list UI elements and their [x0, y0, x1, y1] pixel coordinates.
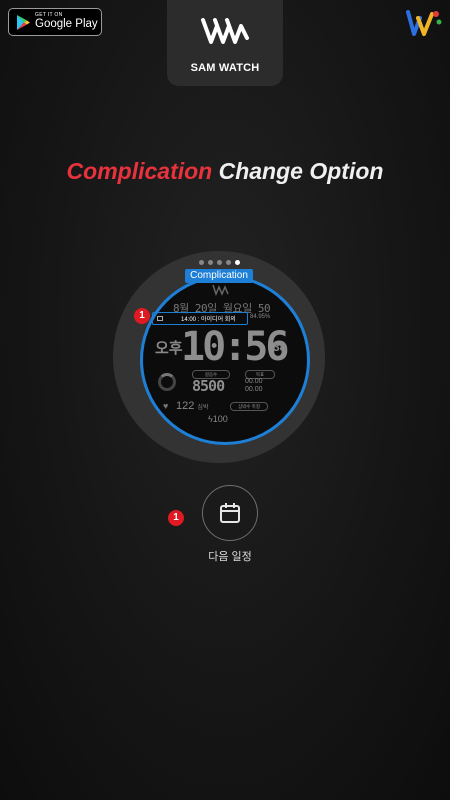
page-dot	[217, 260, 222, 265]
energy-value: ϟ100	[208, 414, 228, 424]
energy-number: 100	[212, 414, 228, 424]
complication-text: 14:00 : 아이디어 회의	[181, 317, 236, 323]
watch-small-logo-icon	[212, 284, 229, 296]
play-store-icon	[17, 14, 30, 30]
heart-rate-unit: 심박	[197, 405, 209, 411]
calendar-caption: 다음 일정	[208, 551, 252, 563]
steps-value: 8500	[192, 377, 225, 395]
developer-logo-icon[interactable]	[406, 8, 442, 38]
headline-white: Change Option	[218, 158, 384, 184]
page-dot	[226, 260, 231, 265]
slot-number-badge: 1	[134, 308, 150, 324]
badge-big-text: Google Play	[35, 18, 98, 31]
page-dot-active	[235, 260, 240, 265]
option-number-badge: 1	[168, 510, 184, 526]
calendar-icon	[220, 503, 240, 523]
heart-icon: ♥	[163, 401, 169, 411]
brand-header: SAM WATCH	[167, 0, 283, 86]
complication-label: Complication	[185, 269, 253, 283]
headline: Complication Change Option	[0, 158, 450, 185]
battery-value: 84.95%	[250, 314, 271, 320]
page-indicator	[199, 260, 240, 265]
brand-name: SAM WATCH	[190, 62, 260, 74]
page-dot	[199, 260, 204, 265]
sam-watch-logo-icon	[201, 18, 249, 44]
google-play-badge[interactable]: GET IT ON Google Play	[8, 8, 102, 36]
mini-calendar-icon	[157, 316, 163, 321]
heart-rate-value: 122	[176, 400, 195, 412]
small-value-2: 00.00	[245, 386, 263, 393]
watch-seconds: 38	[273, 340, 287, 354]
small-values: 00.00 00.00	[245, 378, 263, 394]
page-dot	[208, 260, 213, 265]
measure-label: 심박수 측정	[230, 402, 268, 411]
small-value-1: 00.00	[245, 378, 263, 385]
heart-rate: 122 심박	[176, 400, 208, 412]
watch-time: 10:56	[181, 324, 289, 370]
progress-ring	[158, 373, 176, 391]
headline-red: Complication	[66, 158, 213, 184]
calendar-complication-button[interactable]	[202, 485, 258, 541]
ampm: 오후	[155, 340, 183, 357]
